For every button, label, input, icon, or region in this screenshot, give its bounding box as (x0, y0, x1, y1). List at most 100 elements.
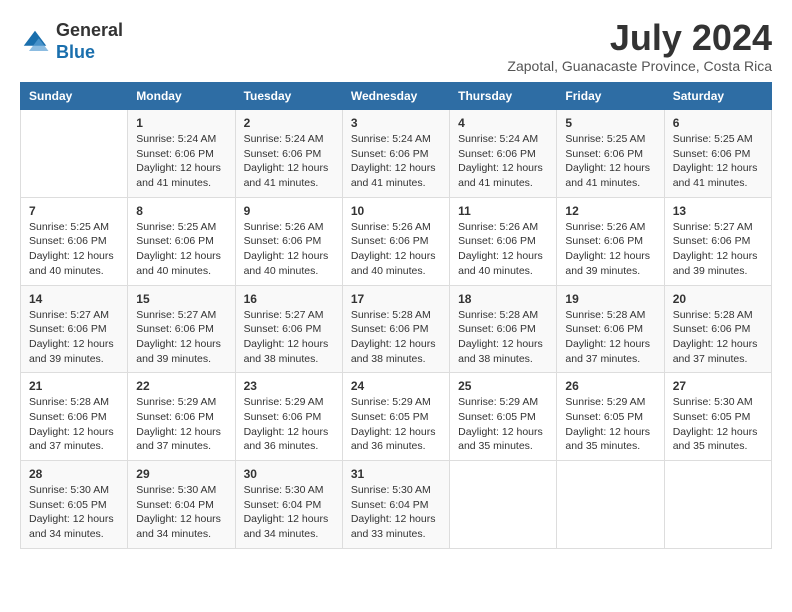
day-info: Sunrise: 5:28 AMSunset: 6:06 PMDaylight:… (673, 308, 763, 367)
day-number: 10 (351, 204, 441, 218)
header-day-tuesday: Tuesday (235, 83, 342, 110)
day-number: 22 (136, 379, 226, 393)
day-info: Sunrise: 5:27 AMSunset: 6:06 PMDaylight:… (136, 308, 226, 367)
day-info: Sunrise: 5:28 AMSunset: 6:06 PMDaylight:… (565, 308, 655, 367)
header-day-thursday: Thursday (450, 83, 557, 110)
day-number: 13 (673, 204, 763, 218)
day-info: Sunrise: 5:30 AMSunset: 6:05 PMDaylight:… (29, 483, 119, 542)
calendar-cell (664, 461, 771, 549)
day-number: 29 (136, 467, 226, 481)
calendar-cell: 3 Sunrise: 5:24 AMSunset: 6:06 PMDaylight… (342, 110, 449, 198)
calendar-cell (557, 461, 664, 549)
calendar-cell: 18Sunrise: 5:28 AMSunset: 6:06 PMDayligh… (450, 285, 557, 373)
title-block: July 2024 Zapotal, Guanacaste Province, … (507, 20, 772, 74)
week-row-3: 14 Sunrise: 5:27 AMSunset: 6:06 PMDayligh… (21, 285, 772, 373)
day-number: 7 (29, 204, 119, 218)
day-number: 31 (351, 467, 441, 481)
calendar-cell: 19 Sunrise: 5:28 AMSunset: 6:06 PMDayligh… (557, 285, 664, 373)
day-info: Sunrise: 5:24 AMSunset: 6:06 PMDaylight:… (351, 132, 441, 191)
calendar-cell: 26 Sunrise: 5:29 AMSunset: 6:05 PMDayligh… (557, 373, 664, 461)
calendar-cell: 1 Sunrise: 5:24 AMSunset: 6:06 PMDaylight… (128, 110, 235, 198)
day-info: Sunrise: 5:24 AMSunset: 6:06 PMDaylight:… (244, 132, 334, 191)
day-number: 23 (244, 379, 334, 393)
logo: General Blue (20, 20, 123, 63)
day-info: Sunrise: 5:29 AMSunset: 6:05 PMDaylight:… (351, 395, 441, 454)
month-title: July 2024 (507, 20, 772, 56)
day-number: 11 (458, 204, 548, 218)
day-info: Sunrise: 5:27 AMSunset: 6:06 PMDaylight:… (673, 220, 763, 279)
day-number: 21 (29, 379, 119, 393)
day-info: Sunrise: 5:26 AMSunset: 6:06 PMDaylight:… (458, 220, 548, 279)
day-number: 16 (244, 292, 334, 306)
week-row-1: 1 Sunrise: 5:24 AMSunset: 6:06 PMDaylight… (21, 110, 772, 198)
logo-blue-text: Blue (56, 42, 95, 62)
calendar-cell: 17 Sunrise: 5:28 AMSunset: 6:06 PMDayligh… (342, 285, 449, 373)
day-number: 4 (458, 116, 548, 130)
calendar-cell: 12Sunrise: 5:26 AMSunset: 6:06 PMDayligh… (557, 197, 664, 285)
calendar-cell: 22 Sunrise: 5:29 AMSunset: 6:06 PMDayligh… (128, 373, 235, 461)
day-number: 30 (244, 467, 334, 481)
day-number: 1 (136, 116, 226, 130)
header-day-sunday: Sunday (21, 83, 128, 110)
calendar-cell: 20 Sunrise: 5:28 AMSunset: 6:06 PMDayligh… (664, 285, 771, 373)
calendar-cell: 4 Sunrise: 5:24 AMSunset: 6:06 PMDaylight… (450, 110, 557, 198)
calendar-cell: 23 Sunrise: 5:29 AMSunset: 6:06 PMDayligh… (235, 373, 342, 461)
day-number: 17 (351, 292, 441, 306)
day-number: 28 (29, 467, 119, 481)
calendar-cell: 28 Sunrise: 5:30 AMSunset: 6:05 PMDayligh… (21, 461, 128, 549)
day-info: Sunrise: 5:26 AMSunset: 6:06 PMDaylight:… (565, 220, 655, 279)
calendar-cell: 8Sunrise: 5:25 AMSunset: 6:06 PMDaylight… (128, 197, 235, 285)
calendar-cell: 5Sunrise: 5:25 AMSunset: 6:06 PMDaylight… (557, 110, 664, 198)
header-day-wednesday: Wednesday (342, 83, 449, 110)
calendar-cell: 9 Sunrise: 5:26 AMSunset: 6:06 PMDaylight… (235, 197, 342, 285)
week-row-4: 21 Sunrise: 5:28 AMSunset: 6:06 PMDayligh… (21, 373, 772, 461)
calendar-cell: 29 Sunrise: 5:30 AMSunset: 6:04 PMDayligh… (128, 461, 235, 549)
calendar-header: SundayMondayTuesdayWednesdayThursdayFrid… (21, 83, 772, 110)
day-info: Sunrise: 5:29 AMSunset: 6:06 PMDaylight:… (136, 395, 226, 454)
day-number: 8 (136, 204, 226, 218)
subtitle: Zapotal, Guanacaste Province, Costa Rica (507, 58, 772, 74)
calendar-cell: 16Sunrise: 5:27 AMSunset: 6:06 PMDayligh… (235, 285, 342, 373)
calendar-table: SundayMondayTuesdayWednesdayThursdayFrid… (20, 82, 772, 549)
day-number: 2 (244, 116, 334, 130)
calendar-cell (21, 110, 128, 198)
calendar-body: 1 Sunrise: 5:24 AMSunset: 6:06 PMDaylight… (21, 110, 772, 549)
day-info: Sunrise: 5:30 AMSunset: 6:04 PMDaylight:… (136, 483, 226, 542)
day-info: Sunrise: 5:29 AMSunset: 6:06 PMDaylight:… (244, 395, 334, 454)
day-number: 26 (565, 379, 655, 393)
day-number: 27 (673, 379, 763, 393)
calendar-cell (450, 461, 557, 549)
calendar-cell: 7 Sunrise: 5:25 AMSunset: 6:06 PMDaylight… (21, 197, 128, 285)
day-number: 5 (565, 116, 655, 130)
day-info: Sunrise: 5:24 AMSunset: 6:06 PMDaylight:… (136, 132, 226, 191)
calendar-cell: 30Sunrise: 5:30 AMSunset: 6:04 PMDayligh… (235, 461, 342, 549)
day-number: 9 (244, 204, 334, 218)
day-info: Sunrise: 5:29 AMSunset: 6:05 PMDaylight:… (458, 395, 548, 454)
day-info: Sunrise: 5:24 AMSunset: 6:06 PMDaylight:… (458, 132, 548, 191)
day-info: Sunrise: 5:28 AMSunset: 6:06 PMDaylight:… (29, 395, 119, 454)
header-day-saturday: Saturday (664, 83, 771, 110)
day-number: 25 (458, 379, 548, 393)
page-header: General Blue July 2024 Zapotal, Guanacas… (20, 20, 772, 74)
day-number: 18 (458, 292, 548, 306)
calendar-cell: 27Sunrise: 5:30 AMSunset: 6:05 PMDayligh… (664, 373, 771, 461)
calendar-cell: 25 Sunrise: 5:29 AMSunset: 6:05 PMDayligh… (450, 373, 557, 461)
day-number: 20 (673, 292, 763, 306)
day-number: 15 (136, 292, 226, 306)
header-day-friday: Friday (557, 83, 664, 110)
day-info: Sunrise: 5:30 AMSunset: 6:04 PMDaylight:… (351, 483, 441, 542)
day-number: 14 (29, 292, 119, 306)
day-info: Sunrise: 5:28 AMSunset: 6:06 PMDaylight:… (351, 308, 441, 367)
day-info: Sunrise: 5:25 AMSunset: 6:06 PMDaylight:… (29, 220, 119, 279)
day-info: Sunrise: 5:27 AMSunset: 6:06 PMDaylight:… (29, 308, 119, 367)
header-row: SundayMondayTuesdayWednesdayThursdayFrid… (21, 83, 772, 110)
day-number: 3 (351, 116, 441, 130)
week-row-2: 7 Sunrise: 5:25 AMSunset: 6:06 PMDaylight… (21, 197, 772, 285)
day-info: Sunrise: 5:26 AMSunset: 6:06 PMDaylight:… (351, 220, 441, 279)
day-info: Sunrise: 5:29 AMSunset: 6:05 PMDaylight:… (565, 395, 655, 454)
day-number: 19 (565, 292, 655, 306)
calendar-cell: 24Sunrise: 5:29 AMSunset: 6:05 PMDayligh… (342, 373, 449, 461)
calendar-cell: 6Sunrise: 5:25 AMSunset: 6:06 PMDaylight… (664, 110, 771, 198)
day-number: 6 (673, 116, 763, 130)
day-info: Sunrise: 5:26 AMSunset: 6:06 PMDaylight:… (244, 220, 334, 279)
